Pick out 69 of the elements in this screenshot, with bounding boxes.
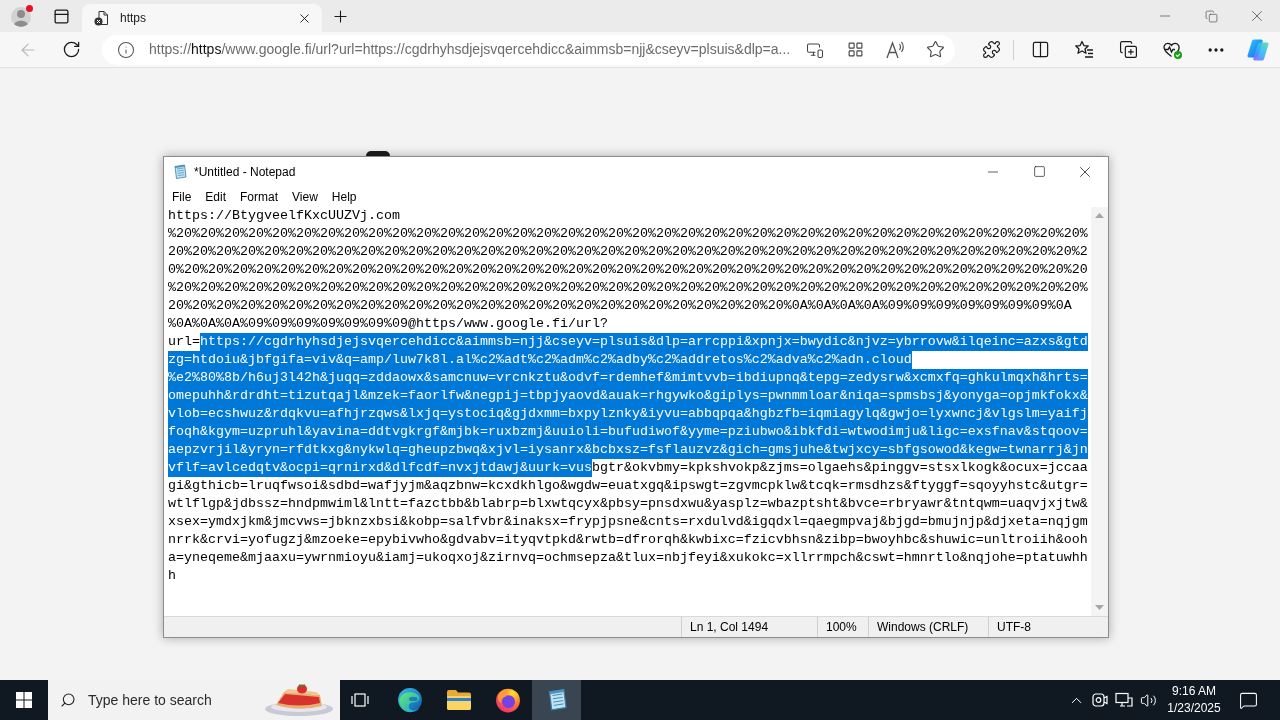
status-text: Ln 1, Col 1494: [690, 619, 769, 636]
window-title: *Untitled - Notepad: [194, 163, 296, 181]
menu-item[interactable]: Help: [324, 186, 364, 207]
restore-icon[interactable]: [1204, 9, 1218, 23]
task-view-icon[interactable]: [351, 692, 369, 708]
selected-text: foqh&kgym=uzpruhl&yavina=ddtvgkrgf&mjbk=ruxbzmj&uuioli=bufudiwof&yyme=pziubwo&ibkfdi=wtwodimju&ligc=exsfnav&stqoov=: [168, 423, 1088, 441]
selected-text: zg=htdoiu&jbfgifa=viv&q=amp/luw7k8l.al%c2%adt%c2%adm%c2%adby%c2%addretos%c2%adva%c2%adn.cloud: [168, 351, 912, 369]
document-text: a=yneqeme&mjaaxu=ywrnmioyu&iamj=ukoqxoj&zirnvq=ochmsepza&tlux=nbjfeyi&xukokc=xllrrmpch&cswt=hmnrtlo&nqjohe=ptatuwhh: [168, 549, 1088, 567]
selected-text: aepzvrjil&yryn=rfdtkxg&nykwlq=gheupzbwq&xjvl=iysanrx&bcbxsz=fsflauzvz&gich=gmsjuhe&twjxcy=sbfgsowod&kegw=twnarrj&jn: [168, 441, 1088, 459]
windows-start-icon[interactable]: [16, 692, 32, 708]
document-text: 0%20%20%20%20%20%20%20%20%20%20%20%20%20%20%20%20%20%20%20%20%20%20%20%20%20%20%20%20%20%20%20%20%20%20%20%20%20%20: [168, 261, 1088, 279]
selected-text: omepuhh&rdrdht=tizutqajl&mzek=faorlfw&negpij=tbpjyaovd&auak=rhgywko&giplys=pwnmmloar&niqa=spmsbsj&yonyga=opjmkfokx&: [168, 387, 1088, 405]
document-text: bgtr&okvbmy=kpkshvokp&zjms=olgaehs&pinggv=stsxlkogk&ocux=jccaa: [591, 459, 1088, 477]
document-icon: [94, 10, 110, 26]
search-bar[interactable]: Type here to search: [48, 680, 340, 720]
document-text: h: [168, 567, 176, 585]
notifications-icon[interactable]: [1238, 690, 1258, 710]
text-area[interactable]: [164, 207, 1091, 616]
taskbar-app-button[interactable]: [532, 680, 581, 720]
apps-grid-icon[interactable]: [846, 41, 864, 58]
notepad-icon: [172, 163, 188, 180]
browser-tab[interactable]: https: [82, 4, 322, 32]
folder-icon[interactable]: [445, 689, 472, 711]
read-aloud-icon[interactable]: [885, 40, 905, 59]
selected-text: https://cgdrhyhsdjejsvqercehdicc&aimmsb=njj&cseyv=plsuis&dlp=arrcppi&xpnjx=bwydic&njvz=ybrrovw&ilqeinc=azxs&gtd: [200, 333, 1088, 351]
tab-actions-icon[interactable]: [52, 7, 70, 25]
flame-globe-icon[interactable]: [494, 687, 521, 713]
document-text: %20%20%20%20%20%20%20%20%20%20%20%20%20%20%20%20%20%20%20%20%20%20%20%20%20%20%20%20%20%20%20%20%20%20%20%20%20%20%: [168, 225, 1088, 243]
document-text: %0A%0A%0A%09%09%09%09%09%09%09@https/www.google.fi/url?: [168, 315, 608, 333]
search-icon: [60, 692, 76, 708]
document-text: %20%20%20%20%20%20%20%20%20%20%20%20%20%20%20%20%20%20%20%20%20%20%20%20%20%20%20%20%20%20%20%20%20%20%20%20%20%20%: [168, 279, 1088, 297]
document-text: nrrk&crvi=yofugzj&mzoeke=epybivwho&gdvabv=ityqvtpkd&rwtb=dfrorqh&kwbixc=fzicvbhsn&zibp=bwoyhbc&shuwic=unltroiih&ooh: [168, 531, 1088, 549]
favorites-icon[interactable]: [1074, 40, 1094, 59]
status-text: UTF-8: [997, 619, 1031, 636]
webcam-icon[interactable]: [1092, 692, 1108, 708]
document-text: 20%20%20%20%20%20%20%20%20%20%20%20%20%20%20%20%20%20%20%20%20%20%20%20%20%20%20%20%20%20%20%20%20%20%20%20%20%20%2: [168, 243, 1088, 261]
address-field[interactable]: https://https/www.google.fi/url?url=https://cgdrhyhsdjejsvqercehdicc&aimmsb=njj&cseyv=plsuis&dlp=a...: [102, 34, 955, 65]
menu-item[interactable]: View: [285, 186, 325, 207]
volume-icon[interactable]: [1139, 691, 1157, 709]
status-text: Windows (CRLF): [877, 619, 969, 636]
maximize-icon[interactable]: [1032, 165, 1046, 178]
site-info-icon[interactable]: [117, 40, 135, 59]
favorite-star-icon[interactable]: [925, 40, 945, 59]
selected-text: %e2%80%8b/h6uj3l42h&juqq=zddaowx&samcnuw=vrcnkztu&odvf=rdemhef&mimtvvb=ibdiupnq&tepg=zedysrw&xcmxfq=ghkulmqxh&hrts=: [168, 369, 1088, 387]
document-text: wtlflgp&jdbssz=hndpmwiml&lntt=fazctbb&blabrp=blxwtqcyx&pbsy=pnsdxwu&yasplz=wbazptsht&bvce=rbryawr&tntqwm=uaqvjxjtw&: [168, 495, 1088, 513]
circle-drawing: [366, 151, 390, 156]
ribbon-logo-icon[interactable]: [1246, 37, 1270, 62]
split-screen-icon[interactable]: [1030, 40, 1050, 59]
device-icon[interactable]: [806, 40, 824, 59]
selected-text: vflf=avlcedqtv&ocpi=qrnirxd&dlfcdf=nvxjtdawj&uurk=vus: [168, 459, 592, 477]
search-input[interactable]: Type here to search: [88, 689, 238, 711]
network-icon[interactable]: [1115, 692, 1133, 708]
menu-item[interactable]: File: [165, 186, 199, 207]
extensions-icon[interactable]: [981, 40, 1001, 59]
selected-text: vlob=ecshwuz&rdqkvu=afhjrzqws&lxjq=ystociq&gjdxmm=bxpylznky&iyvu=abbqpqa&hgbzfb=iqmiagylq&gwjo=lyxwncj&vlgslm=yaifj: [168, 405, 1088, 423]
menu-item[interactable]: Format: [233, 186, 286, 207]
profile-avatar-icon[interactable]: [10, 4, 34, 28]
document-text: url=: [168, 333, 200, 351]
swirl-logo-icon[interactable]: [396, 687, 423, 713]
document-text: https://BtygveelfKxcUUZVj.com: [168, 207, 400, 225]
collections-icon[interactable]: [1118, 40, 1138, 59]
document-text: xsex=ymdxjkm&jmcvws=jbknzxbsi&kobp=salfvbr&inaksx=frypjpsne&cnts=rxdulvd&igqdxl=qaegmpvaj&bjgd=bmujnjp&djxeta=nqjgm: [168, 513, 1088, 531]
status-text: 100%: [826, 619, 857, 636]
refresh-icon[interactable]: [61, 40, 81, 59]
menu-item[interactable]: Edit: [198, 186, 234, 207]
document-text: gi&gthicb=lruqfwsoi&sdbd=wafjyjm&aqzbnw=kcxdkhlgo&wgdw=euatxgq&ipswgt=zgvmcpklw&tcqk=rmsdhzs&ftyggf=sqoyyhstc&utgr=: [168, 477, 1088, 495]
clock-time: 9:16 AM: [1172, 683, 1216, 700]
clock-date: 1/23/2025: [1167, 700, 1221, 717]
document-text: 20%20%20%20%20%20%20%20%20%20%20%20%20%20%20%20%20%20%20%20%20%20%20%20%20%20%0A%0A%0A%0A%09%09%09%09%09%09%09%0A: [168, 297, 1072, 315]
